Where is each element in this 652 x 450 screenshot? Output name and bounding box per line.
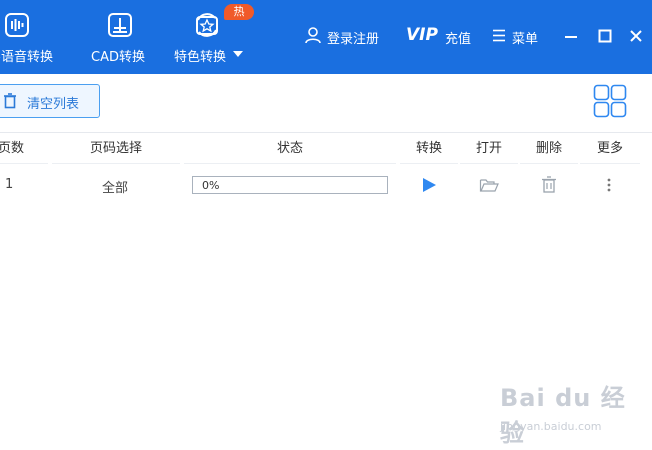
nav-item-cad-convert[interactable]: CAD转换 bbox=[88, 0, 154, 74]
cad-icon bbox=[108, 13, 132, 37]
toolbar: 清空列表 bbox=[0, 74, 652, 133]
header-more: 更多 bbox=[596, 141, 623, 156]
table-header: 页数 页码选择 状态 转换 打开 删除 更多 bbox=[0, 132, 652, 164]
vip-brand: VIP bbox=[406, 25, 438, 45]
baidu-watermark: Bai du 经验 jingyan.baidu.com bbox=[500, 378, 650, 447]
header-open: 打开 bbox=[475, 141, 502, 156]
play-convert-icon[interactable] bbox=[421, 177, 437, 193]
top-nav-bar: 字语音转换 CAD转换 特色转换 热 登录注册 V bbox=[0, 0, 652, 74]
clear-list-button[interactable]: 清空列表 bbox=[0, 84, 100, 118]
nav-item-label: CAD转换 bbox=[91, 50, 145, 65]
header-divider bbox=[184, 163, 396, 164]
header-divider bbox=[580, 163, 640, 164]
minimize-icon[interactable] bbox=[563, 28, 579, 44]
grid-view-icon[interactable] bbox=[593, 84, 627, 118]
folder-open-icon[interactable] bbox=[479, 177, 499, 193]
menu-label: 菜单 bbox=[512, 32, 539, 47]
vip-recharge-label: 充值 bbox=[445, 32, 472, 47]
user-icon bbox=[305, 27, 321, 44]
header-pages: 页数 bbox=[0, 141, 24, 156]
login-register-label: 登录注册 bbox=[327, 32, 380, 47]
watermark-url: jingyan.baidu.com bbox=[500, 420, 602, 433]
header-status: 状态 bbox=[276, 141, 303, 156]
maximize-icon[interactable] bbox=[597, 28, 613, 44]
table-row[interactable]: 1 全部 0% bbox=[0, 166, 652, 206]
audio-wave-icon bbox=[5, 13, 29, 37]
header-divider bbox=[460, 163, 518, 164]
header-page-select: 页码选择 bbox=[89, 141, 142, 156]
hamburger-icon bbox=[493, 29, 505, 42]
clear-list-label: 清空列表 bbox=[27, 97, 80, 112]
header-divider bbox=[52, 163, 180, 164]
close-icon[interactable] bbox=[628, 28, 644, 44]
nav-item-voice-convert[interactable]: 字语音转换 bbox=[0, 0, 68, 74]
watermark-brand: Bai du 经验 bbox=[500, 384, 626, 447]
chevron-down-icon bbox=[233, 51, 243, 57]
header-divider bbox=[0, 163, 48, 164]
cell-page-select[interactable]: 全部 bbox=[102, 177, 128, 196]
header-convert: 转换 bbox=[415, 141, 442, 156]
trash-icon bbox=[4, 93, 16, 109]
progress-text: 0% bbox=[202, 179, 220, 192]
more-vertical-icon[interactable] bbox=[606, 177, 612, 193]
hot-badge: 热 bbox=[224, 4, 254, 20]
header-divider bbox=[520, 163, 578, 164]
nav-item-label: 字语音转换 bbox=[0, 50, 54, 65]
nav-item-label: 特色转换 bbox=[174, 50, 227, 65]
star-cycle-icon bbox=[196, 13, 218, 37]
header-divider bbox=[400, 163, 458, 164]
progress-bar: 0% bbox=[192, 176, 388, 194]
delete-icon[interactable] bbox=[541, 176, 557, 193]
cell-pages: 1 bbox=[5, 177, 14, 192]
header-delete: 删除 bbox=[535, 141, 562, 156]
